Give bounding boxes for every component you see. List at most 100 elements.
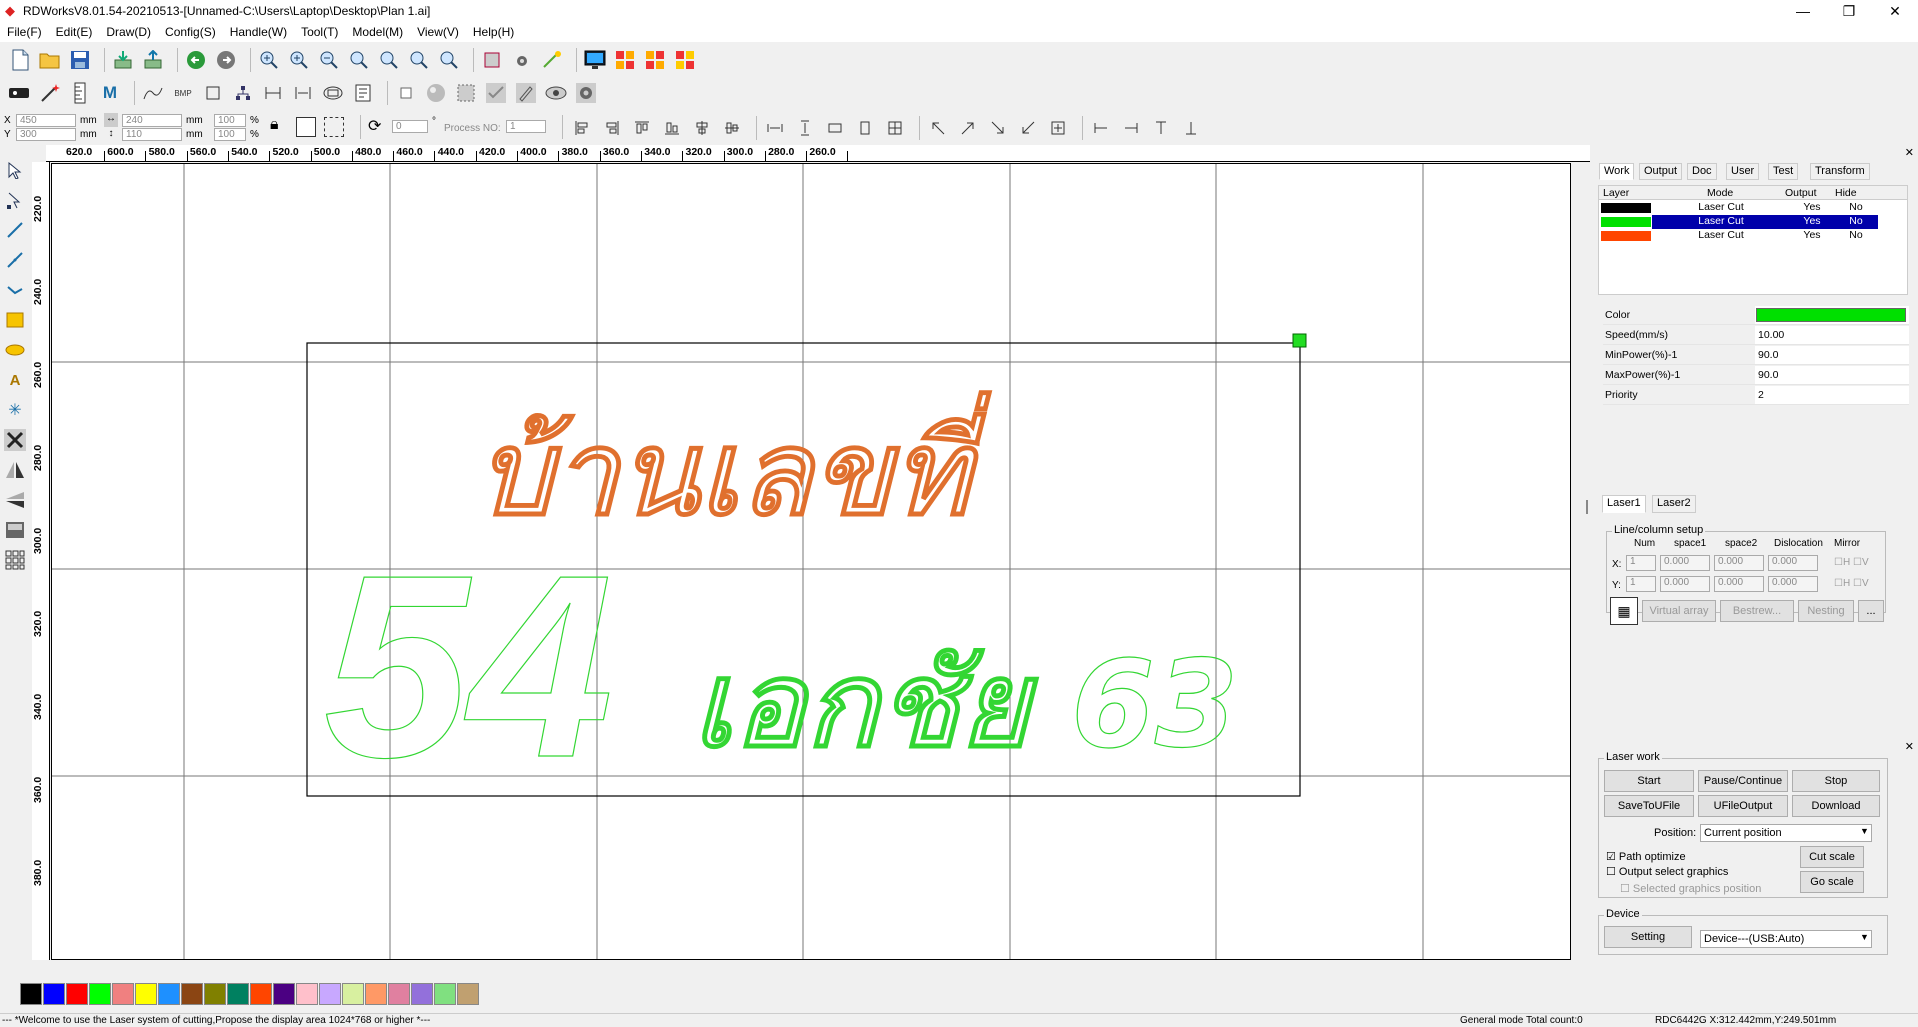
dist-bottom-icon[interactable] xyxy=(1179,116,1203,140)
property-value[interactable]: 90.0 xyxy=(1755,346,1909,364)
same-height-icon[interactable] xyxy=(793,116,817,140)
same-width-icon[interactable] xyxy=(763,116,787,140)
layer-row[interactable]: Laser Cut Yes No xyxy=(1599,229,1907,243)
mirror-h-x[interactable]: ☐H ☐V xyxy=(1834,557,1869,568)
mirror-v-y[interactable]: ☐H ☐V xyxy=(1834,578,1869,589)
check-all-icon[interactable] xyxy=(484,81,508,105)
move-bottom-right-icon[interactable] xyxy=(986,116,1010,140)
width-icon[interactable] xyxy=(291,81,315,105)
palette-swatch[interactable] xyxy=(89,983,111,1005)
palette-swatch[interactable] xyxy=(227,983,249,1005)
palette-swatch[interactable] xyxy=(20,983,42,1005)
palette-swatch[interactable] xyxy=(457,983,479,1005)
export-icon[interactable] xyxy=(141,48,165,72)
menu-model[interactable]: Model(M) xyxy=(345,25,410,39)
work-area-icon[interactable] xyxy=(2,518,28,542)
virtual-array-button[interactable]: Virtual array xyxy=(1642,600,1716,622)
mirror-vertical-icon[interactable] xyxy=(2,488,28,512)
align-vcenter-icon[interactable] xyxy=(720,116,744,140)
rectangle-icon[interactable] xyxy=(201,81,225,105)
rotary-icon[interactable] xyxy=(321,81,345,105)
checkbox-icon[interactable] xyxy=(394,81,418,105)
move-center-icon[interactable] xyxy=(1046,116,1070,140)
palette-swatch[interactable] xyxy=(296,983,318,1005)
select-arrow-icon[interactable] xyxy=(2,158,28,182)
y-position-field[interactable]: 300 xyxy=(16,128,76,141)
node-edit-icon[interactable] xyxy=(2,188,28,212)
setting-button[interactable]: Setting xyxy=(1604,926,1692,948)
lock-ratio-icon[interactable]: 🔒︎ xyxy=(270,116,290,138)
more-button[interactable]: ... xyxy=(1858,600,1884,622)
select-region-icon[interactable] xyxy=(454,81,478,105)
close-button[interactable]: ✕ xyxy=(1872,3,1918,20)
node-icon[interactable] xyxy=(231,81,255,105)
zoom-fit-icon[interactable] xyxy=(377,48,401,72)
transform-anchor-icon[interactable] xyxy=(324,117,344,137)
tab-laser2[interactable]: Laser2 xyxy=(1652,495,1696,513)
line-tool-icon[interactable] xyxy=(2,218,28,242)
device-select[interactable]: Device---(USB:Auto) xyxy=(1700,930,1872,948)
array-nest-icon[interactable] xyxy=(673,48,697,72)
path-optimize-checkbox[interactable]: ☑ Path optimize xyxy=(1606,850,1686,863)
same-size-icon[interactable] xyxy=(823,116,847,140)
palette-swatch[interactable] xyxy=(434,983,456,1005)
nesting-button[interactable]: Nesting xyxy=(1798,600,1854,622)
dist-top-icon[interactable] xyxy=(1149,116,1173,140)
pause-continue-button[interactable]: Pause/Continue xyxy=(1698,770,1788,792)
palette-swatch[interactable] xyxy=(43,983,65,1005)
array-x-space1[interactable]: 0.000 xyxy=(1660,555,1710,571)
palette-swatch[interactable] xyxy=(135,983,157,1005)
minimize-button[interactable]: — xyxy=(1780,3,1826,20)
zoom-plus-icon[interactable] xyxy=(287,48,311,72)
height-lock-icon[interactable]: ↕ xyxy=(104,128,118,142)
magic-wand-icon[interactable] xyxy=(38,81,62,105)
array-x-space2[interactable]: 0.000 xyxy=(1714,555,1764,571)
ufile-output-button[interactable]: UFileOutput xyxy=(1698,795,1788,817)
ruler-icon[interactable] xyxy=(68,81,92,105)
menu-tool[interactable]: Tool(T) xyxy=(294,25,345,39)
property-row[interactable]: Speed(mm/s) 10.00 xyxy=(1603,326,1909,345)
array-x-dislocation[interactable]: 0.000 xyxy=(1768,555,1818,571)
model-icon[interactable]: M xyxy=(98,81,122,105)
drawing-canvas[interactable]: บ้านเลขที่ 54 เอกชัย 63 xyxy=(51,163,1571,960)
tab-doc[interactable]: Doc xyxy=(1687,163,1717,180)
download-button[interactable]: Download xyxy=(1792,795,1880,817)
edit-node-icon[interactable] xyxy=(540,48,564,72)
array-x-num[interactable]: 1 xyxy=(1626,555,1656,571)
width-lock-icon[interactable]: ↔ xyxy=(104,113,118,127)
zoom-select-icon[interactable] xyxy=(407,48,431,72)
menu-draw[interactable]: Draw(D) xyxy=(99,25,158,39)
array-y-num[interactable]: 1 xyxy=(1626,576,1656,592)
output-select-graphics-checkbox[interactable]: ☐ Output select graphics xyxy=(1606,865,1728,878)
array-tool-icon[interactable] xyxy=(613,48,637,72)
rotate-icon[interactable]: ⟳ xyxy=(368,116,381,136)
tab-test[interactable]: Test xyxy=(1768,163,1799,180)
palette-swatch[interactable] xyxy=(158,983,180,1005)
property-value[interactable]: 90.0 xyxy=(1755,366,1909,384)
align-hcenter-icon[interactable] xyxy=(690,116,714,140)
splitter[interactable] xyxy=(1586,500,1588,514)
grid-anchor-icon[interactable] xyxy=(296,117,316,137)
menu-help[interactable]: Help(H) xyxy=(466,25,521,39)
monitor-icon[interactable] xyxy=(583,48,607,72)
zoom-in-icon[interactable] xyxy=(257,48,281,72)
bestrew-button[interactable]: Bestrew... xyxy=(1720,600,1794,622)
dist-left-icon[interactable] xyxy=(1089,116,1113,140)
angle-field[interactable]: 0 xyxy=(392,120,428,133)
property-value[interactable]: 10.00 xyxy=(1755,326,1909,344)
width-field[interactable]: 240 xyxy=(122,114,182,127)
align-right-icon[interactable] xyxy=(600,116,624,140)
device-dropdown-icon[interactable]: ▼ xyxy=(1860,932,1869,942)
tab-user[interactable]: User xyxy=(1726,163,1760,180)
property-row[interactable]: Priority 2 xyxy=(1603,386,1909,405)
array-grid-icon[interactable] xyxy=(2,548,28,572)
sphere-icon[interactable] xyxy=(424,81,448,105)
save-icon[interactable] xyxy=(68,48,92,72)
palette-swatch[interactable] xyxy=(319,983,341,1005)
palette-swatch[interactable] xyxy=(204,983,226,1005)
redo-icon[interactable] xyxy=(214,48,238,72)
width-percent-field[interactable]: 100 xyxy=(214,114,246,127)
tab-transform[interactable]: Transform xyxy=(1810,163,1870,180)
frame-icon[interactable] xyxy=(480,48,504,72)
restore-button[interactable]: ❐ xyxy=(1826,3,1872,20)
